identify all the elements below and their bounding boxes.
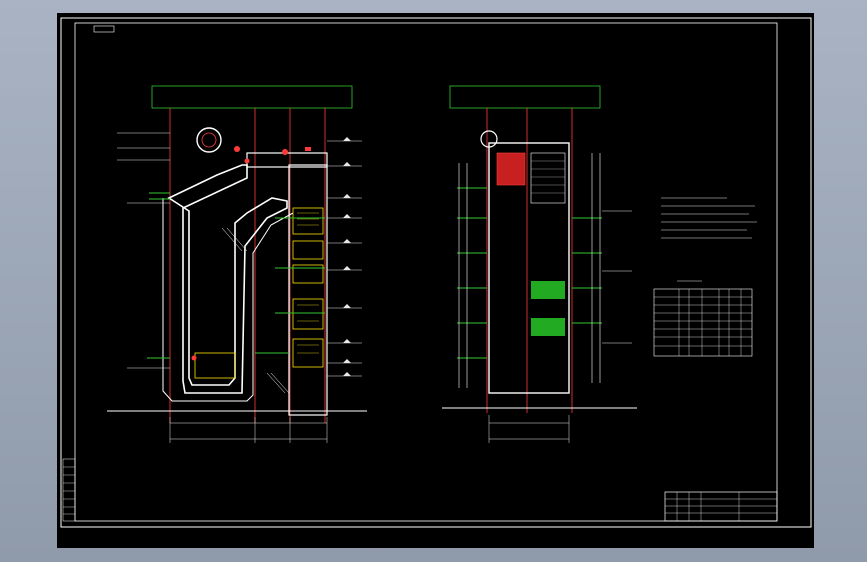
right-elevation-view	[442, 85, 637, 443]
side-revision-rows	[63, 466, 75, 515]
right-panel-hatched	[530, 152, 566, 204]
furnace-outline	[167, 164, 288, 394]
general-notes-lines	[661, 197, 757, 239]
left-platforms	[147, 192, 325, 359]
green-block-lower	[531, 318, 565, 336]
right-dimensions	[488, 415, 570, 443]
equipment-table	[653, 288, 753, 357]
right-panel-lines	[531, 160, 565, 194]
inner-frame	[74, 22, 778, 522]
frame-tag-box	[93, 25, 115, 33]
green-block-upper	[531, 281, 565, 299]
left-side-levels	[117, 132, 170, 369]
outer-frame	[60, 17, 812, 528]
right-level-leaders	[602, 210, 632, 344]
cad-drawing	[60, 17, 812, 528]
title-block	[664, 491, 778, 522]
circle-drum-icon	[196, 127, 222, 153]
left-dimensions	[169, 417, 328, 443]
backpass-shaft	[288, 164, 328, 416]
drawing-sheet	[57, 13, 814, 548]
side-revision-strip	[62, 458, 76, 522]
superheater-block	[496, 152, 526, 186]
left-elevation-view	[107, 85, 367, 443]
left-level-leaders	[327, 140, 362, 377]
ladder-hatch-icon	[221, 227, 290, 394]
left-roof-truss	[151, 85, 353, 109]
right-platforms	[457, 187, 602, 359]
right-roof-truss	[449, 85, 601, 109]
drum-inner	[201, 132, 217, 148]
triangle-level-marker-icon	[343, 137, 351, 376]
